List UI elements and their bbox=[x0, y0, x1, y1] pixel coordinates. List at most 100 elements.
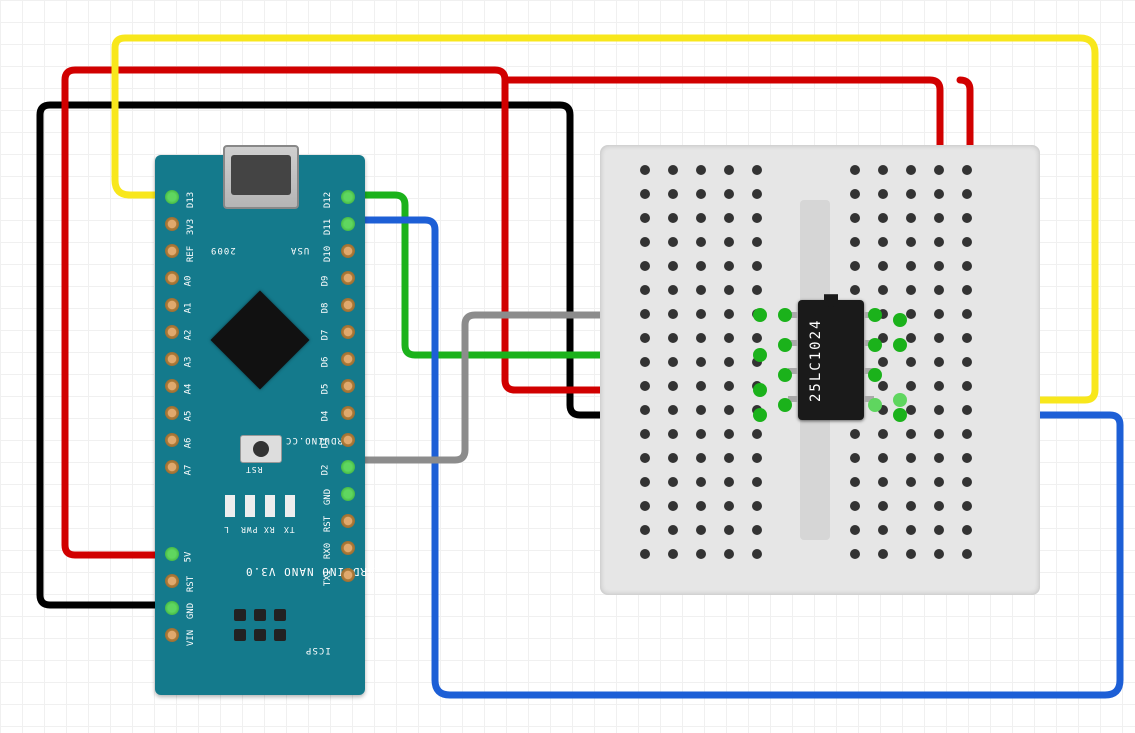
bb-hole bbox=[934, 333, 944, 343]
bb-hole bbox=[906, 333, 916, 343]
bb-hole bbox=[962, 213, 972, 223]
reset-button[interactable] bbox=[240, 435, 282, 463]
bb-hole bbox=[696, 381, 706, 391]
bb-hole bbox=[668, 381, 678, 391]
ic-pin1 bbox=[788, 312, 798, 318]
label-d9: D9 bbox=[320, 276, 330, 287]
bb-hole bbox=[878, 525, 888, 535]
pin-d9 bbox=[341, 271, 355, 285]
bb-hole bbox=[878, 549, 888, 559]
bb-hole bbox=[668, 237, 678, 247]
label-d6: D6 bbox=[320, 357, 330, 368]
bb-hole bbox=[962, 165, 972, 175]
bb-hole bbox=[696, 333, 706, 343]
bb-hole bbox=[640, 333, 650, 343]
bb-hole bbox=[850, 501, 860, 511]
bb-hole bbox=[934, 405, 944, 415]
bb-hole bbox=[962, 237, 972, 247]
label-5v: 5V bbox=[183, 552, 193, 563]
led-tx-label: TX bbox=[283, 525, 295, 534]
label-d11: D11 bbox=[323, 219, 333, 235]
label-rx0: RX0 bbox=[323, 543, 333, 559]
bb-hole bbox=[850, 525, 860, 535]
bb-hole bbox=[668, 477, 678, 487]
bb-hole bbox=[668, 261, 678, 271]
led-rx-label: RX bbox=[263, 525, 275, 534]
bb-hole bbox=[878, 333, 888, 343]
bb-hole bbox=[668, 333, 678, 343]
label-a1: A1 bbox=[183, 303, 193, 314]
bb-hole bbox=[752, 165, 762, 175]
label-d8: D8 bbox=[320, 303, 330, 314]
arduino-nano: ARDUINO.CC ARDUINO NANO V3.0 2009 USA RS… bbox=[155, 155, 365, 695]
bb-hole bbox=[668, 357, 678, 367]
bb-hole bbox=[878, 309, 888, 319]
ic-pin8 bbox=[864, 312, 874, 318]
label-gnd-r: GND bbox=[323, 489, 333, 505]
ic-pin4 bbox=[788, 396, 798, 402]
bb-hole bbox=[752, 333, 762, 343]
bb-hole bbox=[878, 285, 888, 295]
pin-d2 bbox=[341, 460, 355, 474]
bb-hole bbox=[668, 549, 678, 559]
bb-hole bbox=[878, 453, 888, 463]
bb-hole bbox=[752, 309, 762, 319]
bb-hole bbox=[962, 405, 972, 415]
bb-hole bbox=[724, 357, 734, 367]
rst-label: RST bbox=[245, 465, 262, 474]
bb-hole bbox=[668, 213, 678, 223]
label-gnd-l: GND bbox=[186, 603, 196, 619]
label-d13: D13 bbox=[186, 192, 196, 208]
label-d5: D5 bbox=[320, 384, 330, 395]
bb-hole bbox=[850, 189, 860, 199]
icsp-label: ICSP bbox=[305, 645, 331, 655]
bb-hole bbox=[752, 357, 762, 367]
bb-hole bbox=[934, 501, 944, 511]
bb-hole bbox=[850, 237, 860, 247]
pin-d4 bbox=[341, 406, 355, 420]
usb-silk-right: USA bbox=[290, 245, 309, 255]
bb-hole bbox=[962, 501, 972, 511]
bb-hole bbox=[696, 189, 706, 199]
bb-hole bbox=[878, 165, 888, 175]
bb-hole bbox=[640, 429, 650, 439]
label-ref: REF bbox=[186, 246, 196, 262]
bb-hole bbox=[934, 309, 944, 319]
bb-hole bbox=[906, 525, 916, 535]
bb-hole bbox=[752, 429, 762, 439]
bb-hole bbox=[752, 261, 762, 271]
bb-hole bbox=[850, 477, 860, 487]
bb-hole bbox=[724, 237, 734, 247]
eeprom-ic: 25LC1024 bbox=[798, 300, 864, 420]
bb-hole bbox=[752, 189, 762, 199]
bb-hole bbox=[906, 165, 916, 175]
bb-hole bbox=[752, 405, 762, 415]
bb-hole bbox=[696, 213, 706, 223]
bb-hole bbox=[962, 549, 972, 559]
bb-hole bbox=[906, 261, 916, 271]
pin-a1 bbox=[165, 298, 179, 312]
bb-hole bbox=[668, 189, 678, 199]
ic-pin2 bbox=[788, 340, 798, 346]
bb-hole bbox=[962, 429, 972, 439]
led-rx bbox=[265, 495, 275, 517]
bb-hole bbox=[878, 501, 888, 511]
label-rst-r: RST bbox=[323, 516, 333, 532]
bb-hole bbox=[906, 381, 916, 391]
bb-hole bbox=[906, 405, 916, 415]
bb-hole bbox=[724, 333, 734, 343]
label-a7: A7 bbox=[183, 465, 193, 476]
bb-hole bbox=[696, 357, 706, 367]
bb-hole bbox=[962, 453, 972, 463]
pin-a3 bbox=[165, 352, 179, 366]
bb-hole bbox=[640, 357, 650, 367]
usb-mini-port bbox=[223, 145, 299, 209]
bb-hole bbox=[640, 237, 650, 247]
pin-a0 bbox=[165, 271, 179, 285]
bb-hole bbox=[962, 477, 972, 487]
bb-hole bbox=[696, 405, 706, 415]
bb-hole bbox=[668, 405, 678, 415]
bb-hole bbox=[724, 477, 734, 487]
bb-hole bbox=[640, 213, 650, 223]
bb-hole bbox=[668, 525, 678, 535]
